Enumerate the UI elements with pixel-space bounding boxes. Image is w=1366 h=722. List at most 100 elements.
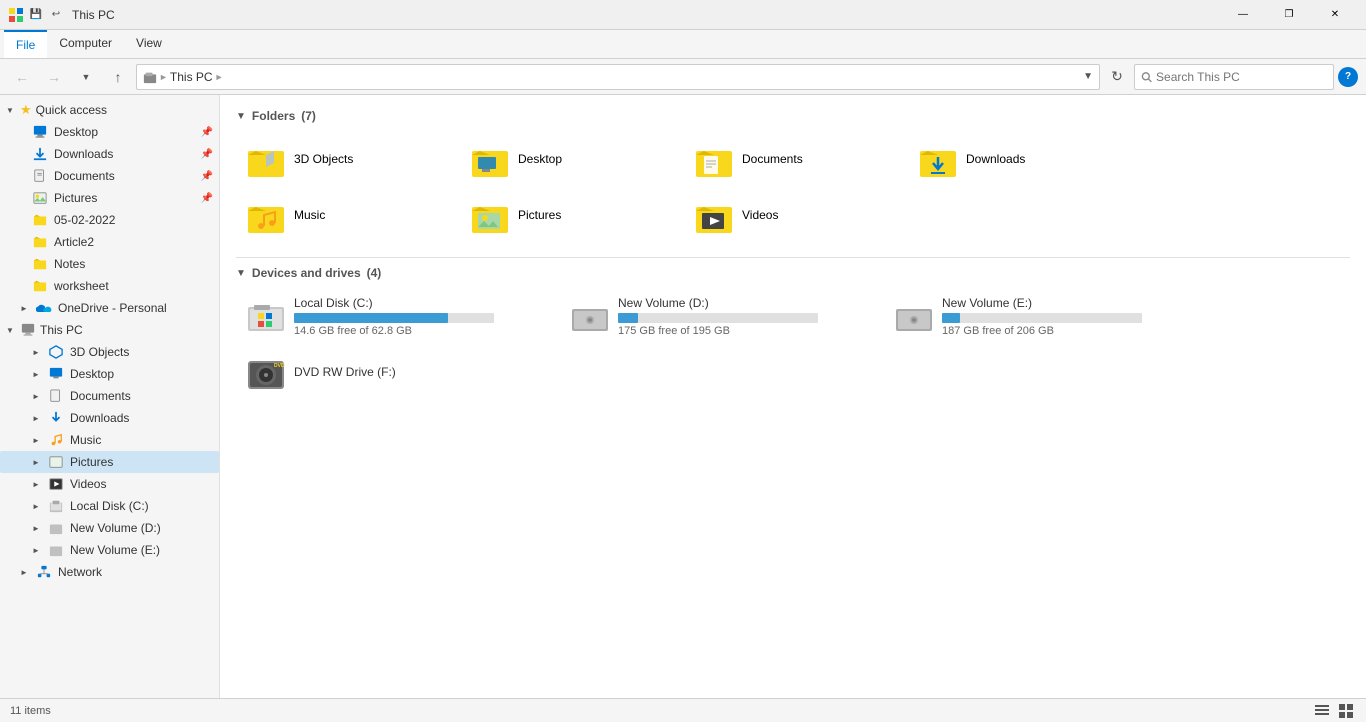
help-button[interactable]: ? — [1338, 67, 1358, 87]
sidebar-item-downloads[interactable]: Downloads 📌 — [0, 143, 219, 165]
folder-label-downloads: Downloads — [966, 152, 1025, 166]
sidebar-item-localc[interactable]: ► Local Disk (C:) — [0, 495, 219, 517]
address-bar[interactable]: ► This PC ► ▼ — [136, 64, 1100, 90]
pictures-pc-icon — [48, 454, 64, 470]
breadcrumb-pc-icon — [143, 70, 157, 84]
breadcrumb-this-pc[interactable]: This PC — [170, 70, 213, 84]
ribbon: File Computer View — [0, 30, 1366, 59]
search-bar[interactable] — [1134, 64, 1334, 90]
recent-locations-button[interactable]: ▼ — [72, 63, 100, 91]
folder-icon-videos — [694, 195, 734, 235]
sidebar-item-pictures-pc[interactable]: ► Pictures — [0, 451, 219, 473]
folder-label-music: Music — [294, 208, 325, 222]
drive-item-c[interactable]: Local Disk (C:) 14.6 GB free of 62.8 GB — [236, 290, 556, 343]
sidebar-label-downloads-pc: Downloads — [70, 411, 129, 425]
folders-count: (7) — [301, 109, 316, 123]
sidebar-item-date-folder[interactable]: 05-02-2022 — [0, 209, 219, 231]
quick-access-header[interactable]: ▼ ★ Quick access — [0, 99, 219, 121]
sidebar-item-article2[interactable]: Article2 — [0, 231, 219, 253]
sidebar-item-documents[interactable]: Documents 📌 — [0, 165, 219, 187]
sidebar-label-videos-pc: Videos — [70, 477, 106, 491]
back-button[interactable]: ← — [8, 63, 36, 91]
up-button[interactable]: ↑ — [104, 63, 132, 91]
minimize-button[interactable]: — — [1220, 0, 1266, 30]
vold-icon — [48, 520, 64, 536]
tab-file[interactable]: File — [4, 30, 47, 58]
large-icons-view-button[interactable] — [1336, 701, 1356, 721]
onedrive-label: OneDrive - Personal — [58, 301, 167, 315]
ribbon-tabs: File Computer View — [0, 30, 1366, 58]
sidebar-item-desktop[interactable]: Desktop 📌 — [0, 121, 219, 143]
undo-icon[interactable]: ↩ — [48, 7, 64, 23]
sidebar-item-pictures[interactable]: Pictures 📌 — [0, 187, 219, 209]
sidebar-label-desktop-pc: Desktop — [70, 367, 114, 381]
sidebar-label-localc: Local Disk (C:) — [70, 499, 149, 513]
folder-item-downloads[interactable]: Downloads — [908, 133, 1128, 185]
sidebar-item-vole[interactable]: ► New Volume (E:) — [0, 539, 219, 561]
tab-computer[interactable]: Computer — [47, 30, 124, 58]
onedrive-icon — [36, 300, 52, 316]
folder-icon-downloads — [918, 139, 958, 179]
sidebar-label-downloads: Downloads — [54, 147, 113, 161]
sidebar-item-vold[interactable]: ► New Volume (D:) — [0, 517, 219, 539]
save-icon[interactable]: 💾 — [28, 7, 44, 23]
svg-text:DVD: DVD — [274, 363, 285, 369]
refresh-button[interactable]: ↻ — [1104, 64, 1130, 90]
sidebar-item-notes[interactable]: Notes — [0, 253, 219, 275]
forward-button[interactable]: → — [40, 63, 68, 91]
main-layout: ▼ ★ Quick access Desktop 📌 Downloads 📌 — [0, 95, 1366, 698]
drive-bar-bg-e — [942, 313, 1142, 323]
drive-bar-fill-c — [294, 313, 448, 323]
documents-expand: ► — [32, 392, 42, 401]
this-pc-header[interactable]: ▼ This PC — [0, 319, 219, 341]
drive-bar-fill-e — [942, 313, 960, 323]
folder-item-documents[interactable]: Documents — [684, 133, 904, 185]
drive-item-d[interactable]: New Volume (D:) 175 GB free of 195 GB — [560, 290, 880, 343]
quick-access-expand-icon: ▼ — [6, 106, 16, 115]
search-input[interactable] — [1156, 70, 1327, 84]
details-view-button[interactable] — [1312, 701, 1332, 721]
maximize-button[interactable]: ❐ — [1266, 0, 1312, 30]
sidebar-item-music-pc[interactable]: ► Music — [0, 429, 219, 451]
toolbar: ← → ▼ ↑ ► This PC ► ▼ ↻ ? — [0, 59, 1366, 95]
pin-icon-pictures: 📌 — [201, 193, 213, 204]
folders-section-header[interactable]: ▼ Folders (7) — [236, 109, 1350, 123]
drive-item-f[interactable]: DVD DVD RW Drive (F:) — [236, 347, 556, 399]
section-divider — [236, 257, 1350, 258]
sidebar-item-onedrive[interactable]: ► OneDrive - Personal — [0, 297, 219, 319]
sidebar-item-3dobjects[interactable]: ► 3D Objects — [0, 341, 219, 363]
downloads-expand: ► — [32, 414, 42, 423]
drive-item-e[interactable]: New Volume (E:) 187 GB free of 206 GB — [884, 290, 1204, 343]
sidebar-item-downloads-pc[interactable]: ► Downloads — [0, 407, 219, 429]
sidebar-label-documents-pc: Documents — [70, 389, 131, 403]
sidebar-label-music-pc: Music — [70, 433, 101, 447]
content-area: ▼ Folders (7) 3D Objects — [220, 95, 1366, 698]
close-button[interactable]: ✕ — [1312, 0, 1358, 30]
this-pc-section: ▼ This PC ► 3D Objects ► Desktop — [0, 319, 219, 561]
folder-item-videos[interactable]: Videos — [684, 189, 904, 241]
drive-icon-c — [246, 297, 286, 337]
sidebar-item-worksheet[interactable]: worksheet — [0, 275, 219, 297]
drive-space-d: 175 GB free of 195 GB — [618, 325, 870, 337]
devices-section-header[interactable]: ▼ Devices and drives (4) — [236, 266, 1350, 280]
folder-item-3dobjects[interactable]: 3D Objects — [236, 133, 456, 185]
sidebar-item-desktop-pc[interactable]: ► Desktop — [0, 363, 219, 385]
pictures-icon — [32, 190, 48, 206]
folder-item-pictures[interactable]: Pictures — [460, 189, 680, 241]
sidebar-label-date: 05-02-2022 — [54, 213, 115, 227]
folder-item-music[interactable]: Music — [236, 189, 456, 241]
address-dropdown-button[interactable]: ▼ — [1083, 71, 1093, 82]
folder-item-desktop[interactable]: Desktop — [460, 133, 680, 185]
address-path: ► This PC ► — [143, 70, 1075, 84]
drive-bar-bg-d — [618, 313, 818, 323]
devices-count: (4) — [367, 266, 382, 280]
this-pc-icon — [20, 322, 36, 338]
sidebar-item-network[interactable]: ► Network — [0, 561, 219, 583]
folders-label: Folders — [252, 109, 295, 123]
folders-expand-icon: ▼ — [236, 111, 246, 122]
sidebar-label-3dobjects: 3D Objects — [70, 345, 129, 359]
tab-view[interactable]: View — [124, 30, 174, 58]
title-bar-icons: 💾 ↩ — [8, 7, 64, 23]
sidebar-item-videos-pc[interactable]: ► Videos — [0, 473, 219, 495]
sidebar-item-documents-pc[interactable]: ► Documents — [0, 385, 219, 407]
